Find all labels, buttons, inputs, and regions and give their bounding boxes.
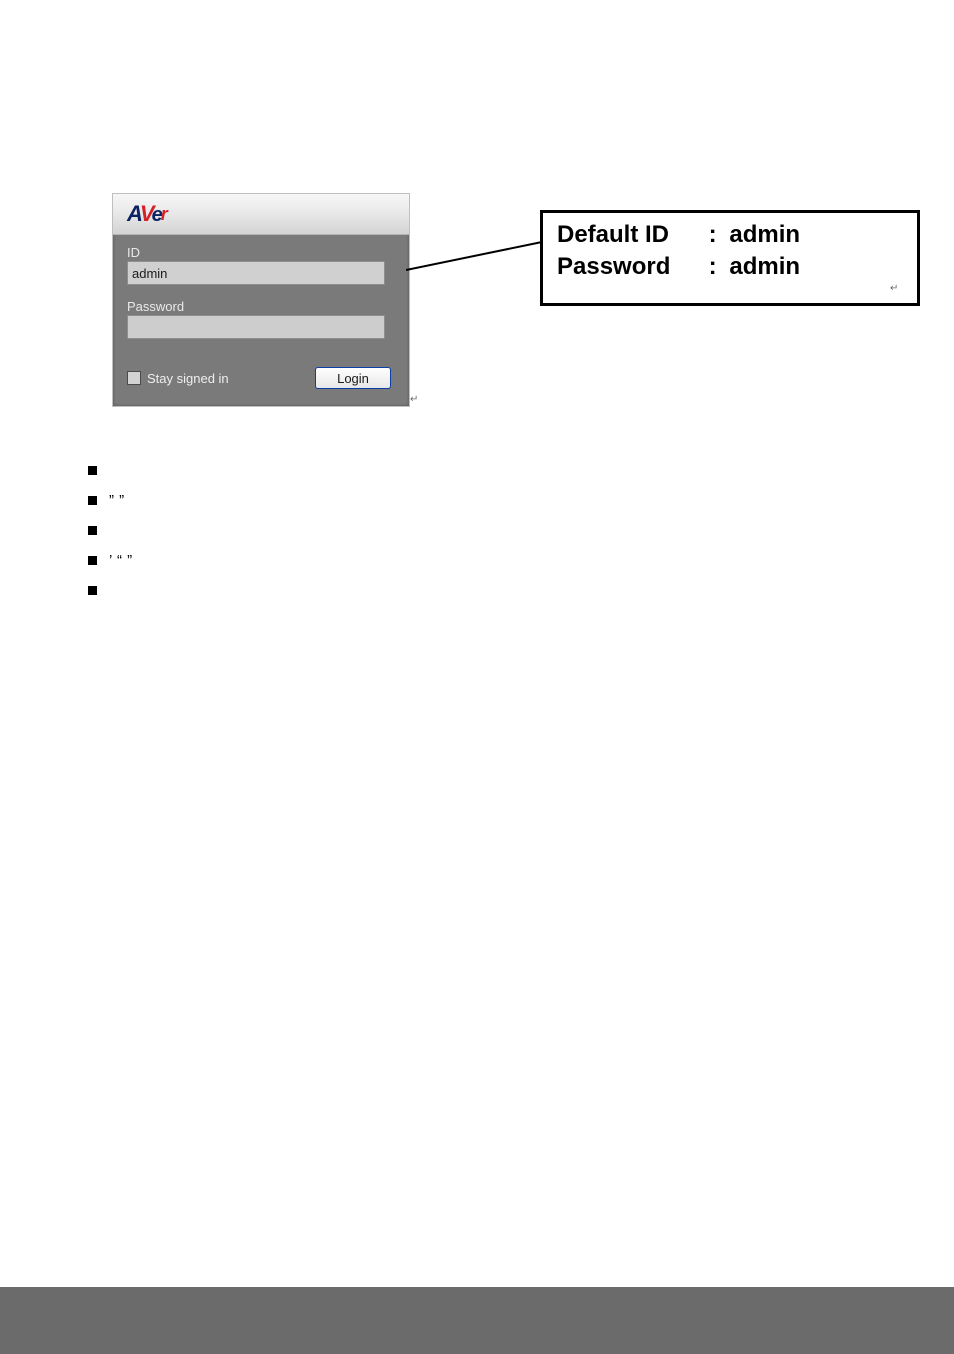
stay-signed-in-wrap: Stay signed in	[127, 371, 229, 386]
callout-colon-1: :	[709, 219, 723, 251]
bullet-icon	[88, 556, 97, 565]
callout-id-label: Default ID	[557, 219, 702, 251]
list-item	[88, 575, 688, 605]
callout-password-label: Password	[557, 251, 702, 283]
bullet-icon	[88, 496, 97, 505]
callout-leader-line	[406, 240, 544, 272]
login-button[interactable]: Login	[315, 367, 391, 389]
id-input[interactable]	[127, 261, 385, 285]
callout-row-password: Password : admin	[557, 251, 905, 283]
login-panel: A V e r ID Password Stay signed in Login	[112, 193, 410, 407]
id-label: ID	[127, 245, 395, 260]
bullet-icon	[88, 526, 97, 535]
bullet-icon	[88, 586, 97, 595]
bullet-text: ” ”	[109, 492, 125, 509]
callout-row-id: Default ID : admin	[557, 219, 905, 251]
callout-password-value: admin	[729, 251, 800, 283]
callout-colon-2: :	[709, 251, 723, 283]
document-page: { "login": { "id_label": "ID", "id_value…	[0, 0, 954, 1354]
list-item: ’ “ ”	[88, 545, 688, 575]
bullet-list: ” ” ’ “ ”	[88, 455, 688, 605]
login-header: A V e r	[113, 194, 409, 235]
page-footer-bar	[0, 1287, 954, 1354]
return-mark-icon: ↵	[890, 283, 898, 294]
logo-letter-r: r	[161, 205, 167, 223]
login-body: ID Password Stay signed in Login	[113, 235, 409, 403]
list-item	[88, 455, 688, 485]
return-mark-icon: ↵	[410, 394, 418, 405]
password-input[interactable]	[127, 315, 385, 339]
bullet-text: ’ “ ”	[109, 552, 133, 569]
callout-id-value: admin	[729, 219, 800, 251]
password-label: Password	[127, 299, 395, 314]
stay-signed-in-label: Stay signed in	[147, 371, 229, 386]
stay-signed-in-checkbox[interactable]	[127, 371, 141, 385]
login-bottom-row: Stay signed in Login	[127, 367, 395, 389]
bullet-icon	[88, 466, 97, 475]
aver-logo: A V e r	[127, 203, 167, 225]
list-item	[88, 515, 688, 545]
default-credentials-callout: Default ID : admin Password : admin	[540, 210, 920, 306]
list-item: ” ”	[88, 485, 688, 515]
